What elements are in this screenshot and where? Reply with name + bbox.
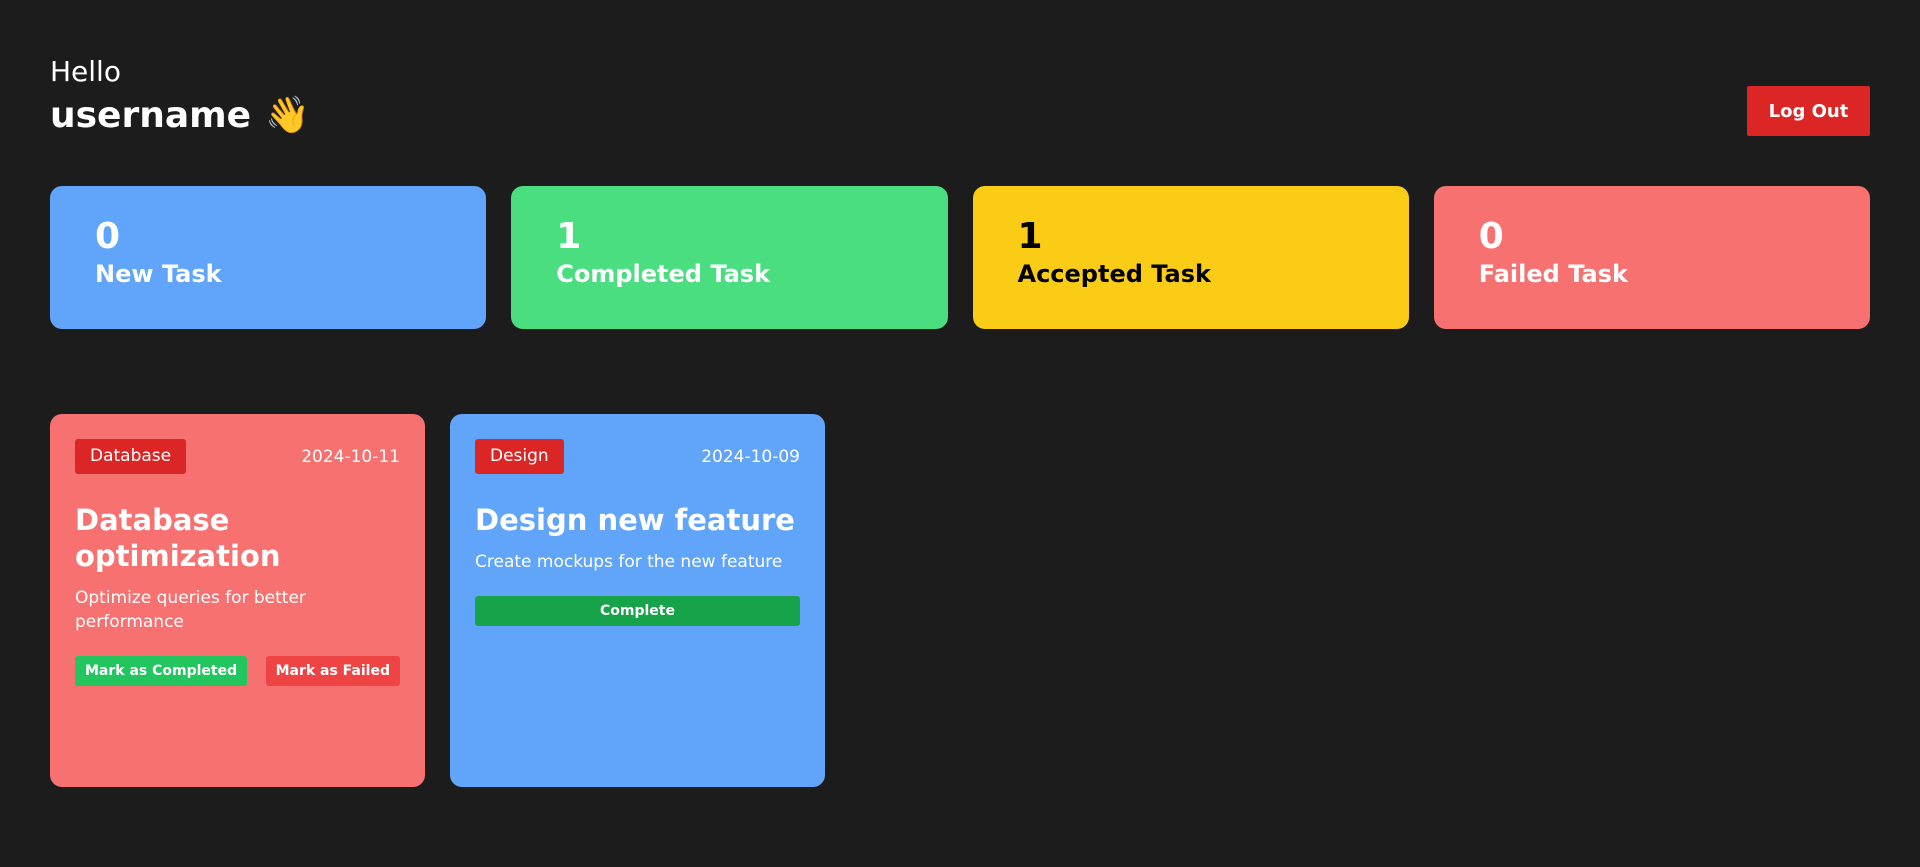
stat-card-new: 0 New Task — [50, 186, 487, 329]
task-category-badge: Database — [75, 439, 187, 474]
task-actions: Mark as Completed Mark as Failed — [75, 656, 400, 686]
stat-count: 0 — [95, 216, 121, 257]
username-text: username — [50, 95, 252, 136]
mark-completed-button[interactable]: Mark as Completed — [75, 656, 248, 686]
task-category-badge: Design — [475, 439, 564, 474]
stat-count: 0 — [1478, 216, 1504, 257]
greeting-hello: Hello — [50, 55, 121, 88]
task-description: Create mockups for the new feature — [475, 552, 783, 572]
stat-card-failed: 0 Failed Task — [1433, 186, 1870, 329]
logout-button[interactable]: Log Out — [1747, 86, 1870, 136]
task-card-design: Design 2024-10-09 Design new feature Cre… — [450, 414, 825, 787]
stat-card-accepted: 1 Accepted Task — [972, 186, 1409, 329]
task-description: Optimize queries for better performance — [75, 588, 306, 632]
header: Hello username 👋 Log Out — [50, 52, 1870, 142]
task-header: Design 2024-10-09 — [475, 439, 800, 474]
task-title: Design new feature — [475, 503, 795, 537]
stat-label: New Task — [95, 260, 222, 288]
complete-button[interactable]: Complete — [475, 596, 800, 626]
stat-count: 1 — [556, 216, 582, 257]
stat-label: Failed Task — [1478, 260, 1628, 288]
greeting-username: username 👋 — [50, 92, 310, 140]
task-date: 2024-10-11 — [301, 446, 400, 467]
dashboard-page: Hello username 👋 Log Out 0 New Task 1 Co… — [0, 0, 1920, 867]
task-header: Database 2024-10-11 — [75, 439, 400, 474]
task-stats: 0 New Task 1 Completed Task 1 Accepted T… — [50, 186, 1870, 329]
waving-hand-icon: 👋 — [265, 95, 310, 136]
task-date: 2024-10-09 — [701, 446, 800, 467]
task-card-database: Database 2024-10-11 Database optimizatio… — [50, 414, 425, 787]
stat-count: 1 — [1017, 216, 1043, 257]
mark-failed-button[interactable]: Mark as Failed — [265, 656, 400, 686]
stat-label: Completed Task — [556, 260, 771, 288]
task-list: Database 2024-10-11 Database optimizatio… — [50, 414, 825, 787]
stat-card-completed: 1 Completed Task — [511, 186, 948, 329]
task-title: Database optimization — [75, 503, 281, 573]
stat-label: Accepted Task — [1017, 260, 1212, 288]
task-actions: Complete — [475, 596, 800, 626]
